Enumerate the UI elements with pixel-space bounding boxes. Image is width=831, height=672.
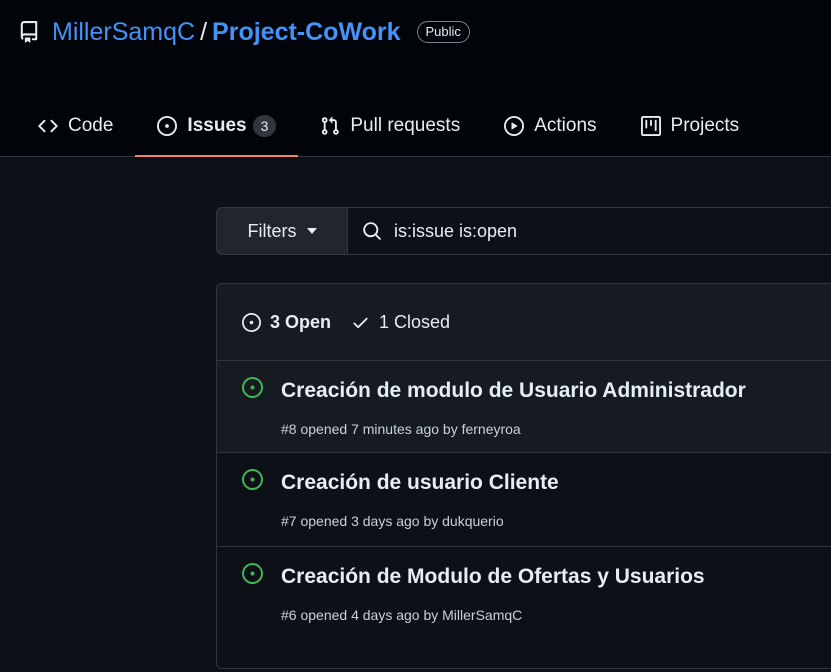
tab-projects[interactable]: Projects [619, 96, 762, 156]
github-issues-page: MillerSamqC / Project-CoWork Public Code… [0, 0, 831, 672]
search-icon [362, 221, 382, 241]
issue-title-link[interactable]: Creación de Modulo de Ofertas y Usuarios [281, 565, 705, 589]
tab-code-label: Code [68, 115, 114, 136]
open-issues-label: 3 Open [270, 311, 332, 332]
closed-issues-label: 1 Closed [379, 311, 451, 332]
tab-actions[interactable]: Actions [482, 96, 618, 156]
repo-header: MillerSamqC / Project-CoWork Public Code… [0, 0, 831, 157]
git-pull-request-icon [320, 116, 340, 136]
table-icon [640, 116, 661, 136]
tab-actions-label: Actions [534, 115, 597, 136]
issue-opened-icon [157, 116, 178, 136]
issue-row[interactable]: Creación de Modulo de Ofertas y Usuarios… [217, 547, 831, 648]
issue-row[interactable]: Creación de modulo de Usuario Administra… [217, 361, 831, 453]
visibility-badge: Public [416, 21, 470, 43]
issues-list-header: 3 Open 1 Closed [217, 284, 831, 361]
issues-list: 3 Open 1 Closed Creación de modulo de Us… [216, 283, 831, 669]
issue-opened-icon [242, 469, 263, 490]
repo-owner-link[interactable]: MillerSamqC [52, 18, 195, 47]
play-icon [504, 116, 525, 136]
issue-title-link[interactable]: Creación de modulo de Usuario Administra… [281, 379, 746, 403]
issue-row[interactable]: Creación de usuario Cliente #7 opened 3 … [217, 453, 831, 547]
open-issues-link[interactable]: 3 Open [242, 312, 331, 333]
issues-counter: 3 [252, 115, 277, 137]
filter-bar: Filters [216, 207, 831, 255]
tab-issues[interactable]: Issues 3 [135, 96, 299, 157]
filters-button-label: Filters [247, 220, 297, 241]
check-icon [351, 313, 370, 332]
issues-main: Filters 3 Open [0, 157, 831, 672]
tab-code[interactable]: Code [0, 96, 135, 156]
issue-title-link[interactable]: Creación de usuario Cliente [281, 471, 559, 495]
repo-icon [18, 21, 40, 43]
tab-pull-requests-label: Pull requests [350, 115, 461, 136]
tab-projects-label: Projects [670, 115, 740, 136]
issue-meta: #6 opened 4 days ago by MillerSamqC [281, 607, 523, 623]
repo-path-separator: / [200, 17, 208, 46]
search-input[interactable] [394, 220, 794, 242]
issue-meta: #8 opened 7 minutes ago by ferneyroa [281, 421, 521, 437]
repo-name-link[interactable]: Project-CoWork [212, 18, 400, 47]
filters-button[interactable]: Filters [216, 207, 348, 255]
caret-down-icon [306, 228, 317, 234]
issue-opened-icon [242, 377, 263, 398]
closed-issues-link[interactable]: 1 Closed [351, 312, 450, 333]
code-icon [38, 116, 58, 136]
issue-meta: #7 opened 3 days ago by dukquerio [281, 513, 504, 529]
repo-title: MillerSamqC / Project-CoWork Public [18, 12, 470, 52]
issue-opened-icon [242, 563, 263, 584]
search-box[interactable] [348, 207, 831, 255]
tab-issues-label: Issues [187, 115, 247, 136]
issue-opened-icon [242, 312, 261, 332]
repo-nav-tabs: Code Issues 3 Pull requests Actions Proj… [0, 96, 762, 157]
tab-pull-requests[interactable]: Pull requests [298, 96, 482, 156]
